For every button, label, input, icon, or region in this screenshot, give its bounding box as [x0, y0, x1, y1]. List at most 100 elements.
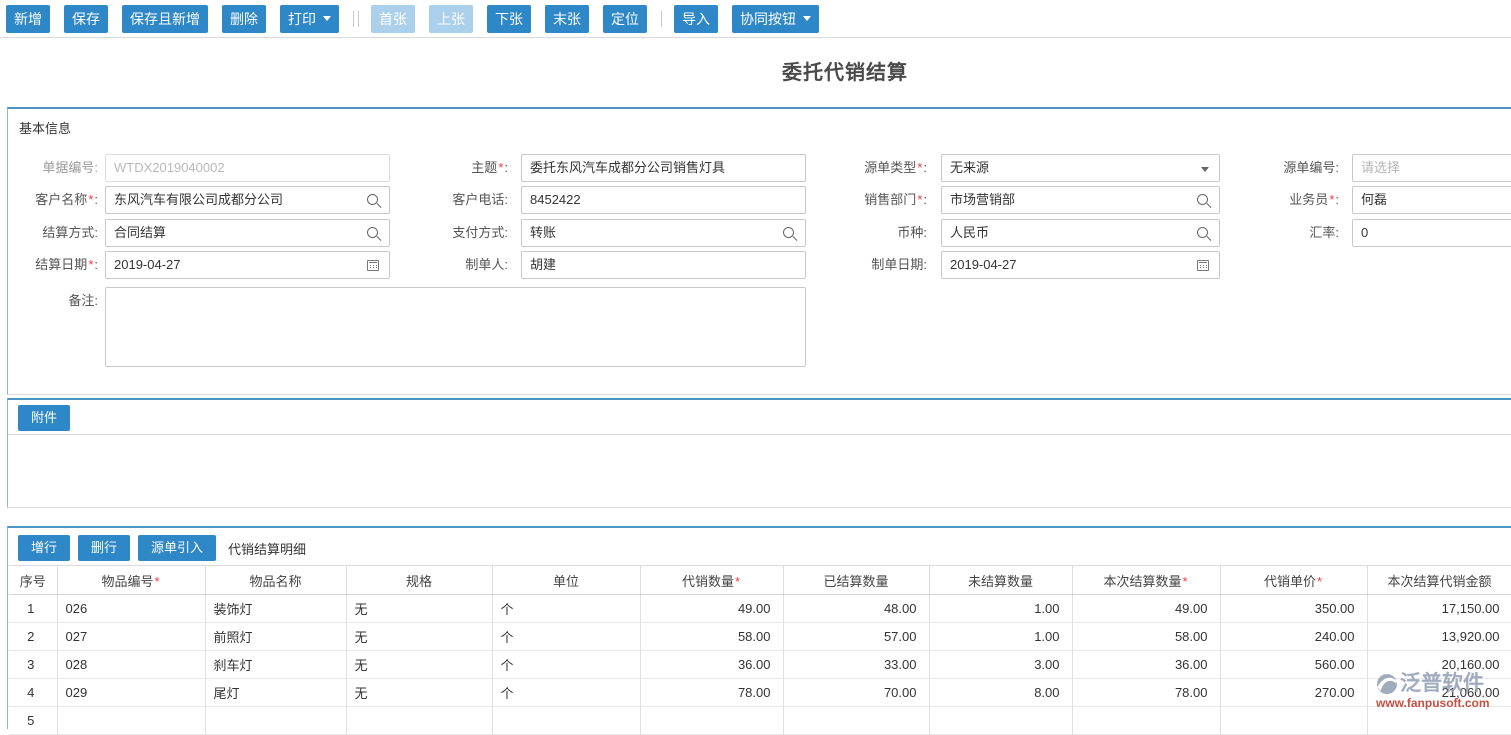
table-cell[interactable]: [929, 707, 1072, 735]
toolbar-button[interactable]: 协同按钮: [732, 5, 819, 33]
table-cell[interactable]: 36.00: [1072, 651, 1220, 679]
column-header: 物品编号*: [57, 566, 205, 595]
toolbar-button[interactable]: 新增: [6, 5, 50, 33]
settle-method-input[interactable]: 合同结算: [105, 219, 390, 247]
table-cell[interactable]: 前照灯: [205, 623, 346, 651]
search-icon[interactable]: [1197, 194, 1208, 205]
table-cell[interactable]: 17,150.00: [1367, 595, 1511, 623]
table-cell[interactable]: 3.00: [929, 651, 1072, 679]
delete-row-button[interactable]: 删行: [78, 535, 130, 561]
table-cell[interactable]: 028: [57, 651, 205, 679]
currency-input[interactable]: 人民币: [941, 219, 1220, 247]
table-cell[interactable]: 57.00: [783, 623, 929, 651]
table-cell[interactable]: 49.00: [640, 595, 783, 623]
create-date-label: 制单日期:: [814, 251, 927, 279]
table-cell[interactable]: 029: [57, 679, 205, 707]
required-mark: *: [917, 192, 922, 207]
table-cell[interactable]: 026: [57, 595, 205, 623]
table-cell[interactable]: [1072, 707, 1220, 735]
table-cell[interactable]: 个: [492, 679, 640, 707]
table-cell[interactable]: 48.00: [783, 595, 929, 623]
toolbar-button[interactable]: 导入: [674, 5, 718, 33]
attachment-header: 附件: [8, 400, 1511, 435]
attachment-button[interactable]: 附件: [18, 405, 70, 431]
table-cell[interactable]: [346, 707, 492, 735]
table-cell[interactable]: [783, 707, 929, 735]
toolbar-button[interactable]: 下张: [487, 5, 531, 33]
table-cell[interactable]: 027: [57, 623, 205, 651]
table-cell[interactable]: 无: [346, 651, 492, 679]
settle-date-input[interactable]: 2019-04-27: [105, 251, 390, 279]
create-date-input[interactable]: 2019-04-27: [941, 251, 1220, 279]
required-mark: *: [1317, 574, 1322, 589]
table-cell[interactable]: [57, 707, 205, 735]
toolbar-button[interactable]: 保存且新增: [122, 5, 208, 33]
toolbar-button[interactable]: 末张: [545, 5, 589, 33]
source-no-input[interactable]: 请选择: [1352, 154, 1511, 182]
table-cell[interactable]: 个: [492, 595, 640, 623]
customer-name-input[interactable]: 东风汽车有限公司成都分公司: [105, 186, 390, 214]
table-cell[interactable]: 350.00: [1220, 595, 1367, 623]
search-icon[interactable]: [367, 227, 378, 238]
search-icon[interactable]: [783, 227, 794, 238]
table-cell[interactable]: 个: [492, 651, 640, 679]
source-type-label: 源单类型*:: [814, 154, 927, 182]
table-cell[interactable]: [1367, 707, 1511, 735]
table-cell[interactable]: 8.00: [929, 679, 1072, 707]
pay-method-input[interactable]: 转账: [521, 219, 806, 247]
search-icon[interactable]: [1197, 227, 1208, 238]
toolbar-button[interactable]: 定位: [603, 5, 647, 33]
settle-method-label: 结算方式:: [8, 219, 98, 247]
creator-input[interactable]: 胡建: [521, 251, 806, 279]
row-index-cell: 4: [9, 679, 57, 707]
subject-input[interactable]: 委托东风汽车成都分公司销售灯具: [521, 154, 806, 182]
salesman-input[interactable]: 何磊: [1352, 186, 1511, 214]
table-cell[interactable]: [492, 707, 640, 735]
table-cell[interactable]: 58.00: [640, 623, 783, 651]
table-cell[interactable]: 无: [346, 623, 492, 651]
import-source-button[interactable]: 源单引入: [138, 535, 216, 561]
calendar-icon[interactable]: [367, 260, 379, 271]
calendar-icon[interactable]: [1197, 260, 1209, 271]
table-cell[interactable]: 刹车灯: [205, 651, 346, 679]
exchange-rate-label: 汇率:: [1226, 219, 1339, 247]
customer-phone-input[interactable]: 8452422: [521, 186, 806, 214]
table-cell[interactable]: 1.00: [929, 623, 1072, 651]
table-cell[interactable]: 无: [346, 595, 492, 623]
fanpu-logo-icon: [1376, 673, 1398, 695]
toolbar-button[interactable]: 打印: [280, 5, 339, 33]
search-icon[interactable]: [367, 194, 378, 205]
table-cell[interactable]: 270.00: [1220, 679, 1367, 707]
required-mark: *: [1329, 192, 1334, 207]
chevron-down-icon[interactable]: [1201, 167, 1209, 172]
sales-dept-input[interactable]: 市场营销部: [941, 186, 1220, 214]
table-cell[interactable]: 78.00: [640, 679, 783, 707]
toolbar-button[interactable]: 删除: [222, 5, 266, 33]
fanpu-watermark: 泛普软件 www.fanpusoft.com: [1376, 672, 1490, 710]
table-cell[interactable]: 36.00: [640, 651, 783, 679]
table-cell[interactable]: 尾灯: [205, 679, 346, 707]
source-type-select[interactable]: 无来源: [941, 154, 1220, 182]
required-mark: *: [735, 574, 740, 589]
required-mark: *: [498, 160, 503, 175]
table-cell[interactable]: [1220, 707, 1367, 735]
exchange-rate-input[interactable]: 0: [1352, 219, 1511, 247]
table-cell[interactable]: 240.00: [1220, 623, 1367, 651]
table-cell[interactable]: [640, 707, 783, 735]
table-cell[interactable]: 无: [346, 679, 492, 707]
table-cell[interactable]: 33.00: [783, 651, 929, 679]
toolbar-button[interactable]: 保存: [64, 5, 108, 33]
table-cell[interactable]: 49.00: [1072, 595, 1220, 623]
table-cell[interactable]: 560.00: [1220, 651, 1367, 679]
table-cell[interactable]: 装饰灯: [205, 595, 346, 623]
table-cell[interactable]: [205, 707, 346, 735]
table-cell[interactable]: 70.00: [783, 679, 929, 707]
table-cell[interactable]: 78.00: [1072, 679, 1220, 707]
table-cell[interactable]: 58.00: [1072, 623, 1220, 651]
table-cell[interactable]: 1.00: [929, 595, 1072, 623]
remark-textarea[interactable]: [105, 287, 806, 367]
table-cell[interactable]: 13,920.00: [1367, 623, 1511, 651]
table-cell[interactable]: 个: [492, 623, 640, 651]
add-row-button[interactable]: 增行: [18, 535, 70, 561]
chevron-down-icon: [323, 16, 331, 21]
